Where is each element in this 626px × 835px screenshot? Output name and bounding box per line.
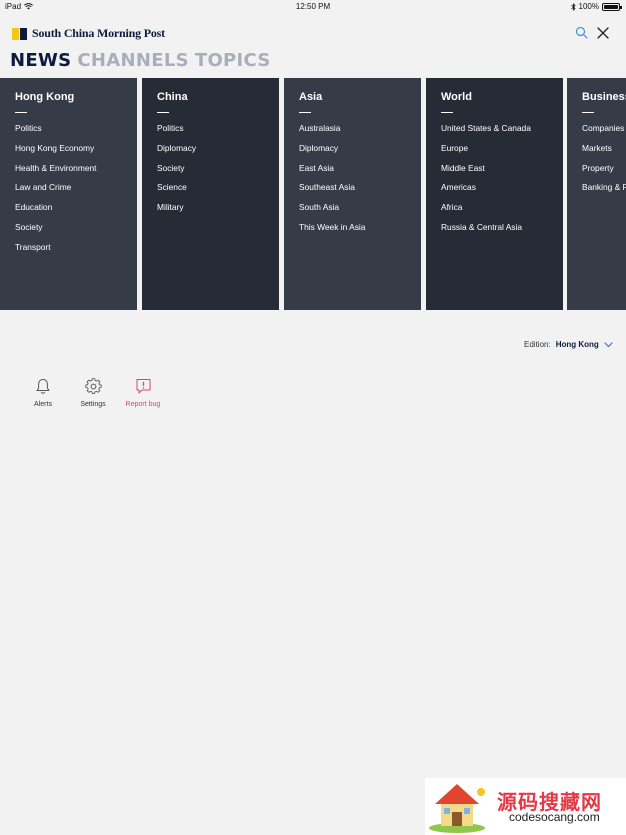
gear-icon (84, 378, 102, 394)
edition-value[interactable]: Hong Kong (556, 340, 599, 349)
category-link[interactable]: Southeast Asia (299, 182, 406, 192)
category-link[interactable]: Society (157, 163, 264, 173)
category-link[interactable]: Politics (157, 123, 264, 133)
category-link[interactable]: Markets (582, 143, 626, 153)
battery-icon (602, 2, 622, 11)
category-link[interactable]: Americas (441, 182, 548, 192)
logo[interactable]: South China Morning Post (12, 26, 165, 41)
category-link[interactable]: Companies (582, 123, 626, 133)
battery-percent: 100% (578, 2, 599, 11)
status-time: 12:50 PM (295, 2, 331, 11)
category-link[interactable]: Europe (441, 143, 548, 153)
divider (15, 112, 27, 113)
category-link[interactable]: Property (582, 163, 626, 173)
category-cards: Hong Kong Politics Hong Kong Economy Hea… (0, 78, 626, 310)
report-bug-icon (136, 379, 150, 394)
category-card-world[interactable]: World United States & Canada Europe Midd… (426, 78, 563, 310)
category-link[interactable]: Society (15, 222, 122, 232)
report-bug-button[interactable]: Report bug (118, 378, 168, 408)
utility-actions: Alerts Settings Report bug (18, 378, 168, 408)
category-link[interactable]: Military (157, 202, 264, 212)
category-link[interactable]: Education (15, 202, 122, 212)
chevron-down-icon[interactable] (604, 341, 613, 348)
category-title[interactable]: Asia (299, 91, 406, 103)
logo-text: South China Morning Post (32, 26, 165, 40)
category-link[interactable]: Russia & Central Asia (441, 222, 548, 232)
search-icon[interactable] (575, 26, 589, 40)
category-link[interactable]: Australasia (299, 123, 406, 133)
category-link[interactable]: United States & Canada (441, 123, 548, 133)
category-link[interactable]: Africa (441, 202, 548, 212)
alerts-button[interactable]: Alerts (18, 378, 68, 408)
category-link[interactable]: Hong Kong Economy (15, 143, 122, 153)
category-card-asia[interactable]: Asia Australasia Diplomacy East Asia Sou… (284, 78, 421, 310)
logo-mark-icon (12, 27, 27, 40)
close-icon[interactable] (596, 26, 610, 40)
category-link[interactable]: East Asia (299, 163, 406, 173)
watermark-url: codesocang.com (509, 810, 600, 824)
divider (157, 112, 169, 113)
bell-icon (36, 379, 50, 394)
bluetooth-icon (570, 2, 576, 11)
category-link[interactable]: Diplomacy (157, 143, 264, 153)
category-title[interactable]: Hong Kong (15, 91, 122, 103)
category-link[interactable]: Politics (15, 123, 122, 133)
tab-channels[interactable]: CHANNELS (77, 50, 188, 71)
category-link[interactable]: Health & Environment (15, 163, 122, 173)
edition-selector[interactable]: Edition: Hong Kong (524, 340, 613, 349)
category-link[interactable]: South Asia (299, 202, 406, 212)
status-bar: iPad 12:50 PM 100% (0, 0, 626, 14)
category-title[interactable]: Business (582, 91, 626, 103)
category-link[interactable]: Transport (15, 242, 122, 252)
category-link[interactable]: This Week in Asia (299, 222, 406, 232)
section-tabs: NEWS CHANNELS TOPICS (10, 50, 271, 71)
tab-news[interactable]: NEWS (10, 50, 71, 71)
watermark: 源码搜藏网 codesocang.com (425, 778, 626, 835)
house-logo-icon (429, 784, 485, 833)
divider (441, 112, 453, 113)
category-title[interactable]: China (157, 91, 264, 103)
category-title[interactable]: World (441, 91, 548, 103)
category-link[interactable]: Law and Crime (15, 182, 122, 192)
category-link[interactable]: Banking & Finance (582, 182, 626, 192)
category-link[interactable]: Science (157, 182, 264, 192)
report-bug-label: Report bug (125, 401, 161, 408)
tab-topics[interactable]: TOPICS (195, 50, 271, 71)
settings-label: Settings (80, 401, 106, 408)
category-card-hong-kong[interactable]: Hong Kong Politics Hong Kong Economy Hea… (0, 78, 137, 310)
category-link[interactable]: Diplomacy (299, 143, 406, 153)
header: South China Morning Post (0, 20, 626, 48)
category-card-china[interactable]: China Politics Diplomacy Society Science… (142, 78, 279, 310)
divider (299, 112, 311, 113)
category-card-business[interactable]: Business Companies Markets Property Bank… (567, 78, 626, 310)
settings-button[interactable]: Settings (68, 378, 118, 408)
edition-label: Edition: (524, 340, 551, 349)
alerts-label: Alerts (34, 401, 52, 408)
divider (582, 112, 594, 113)
category-link[interactable]: Middle East (441, 163, 548, 173)
